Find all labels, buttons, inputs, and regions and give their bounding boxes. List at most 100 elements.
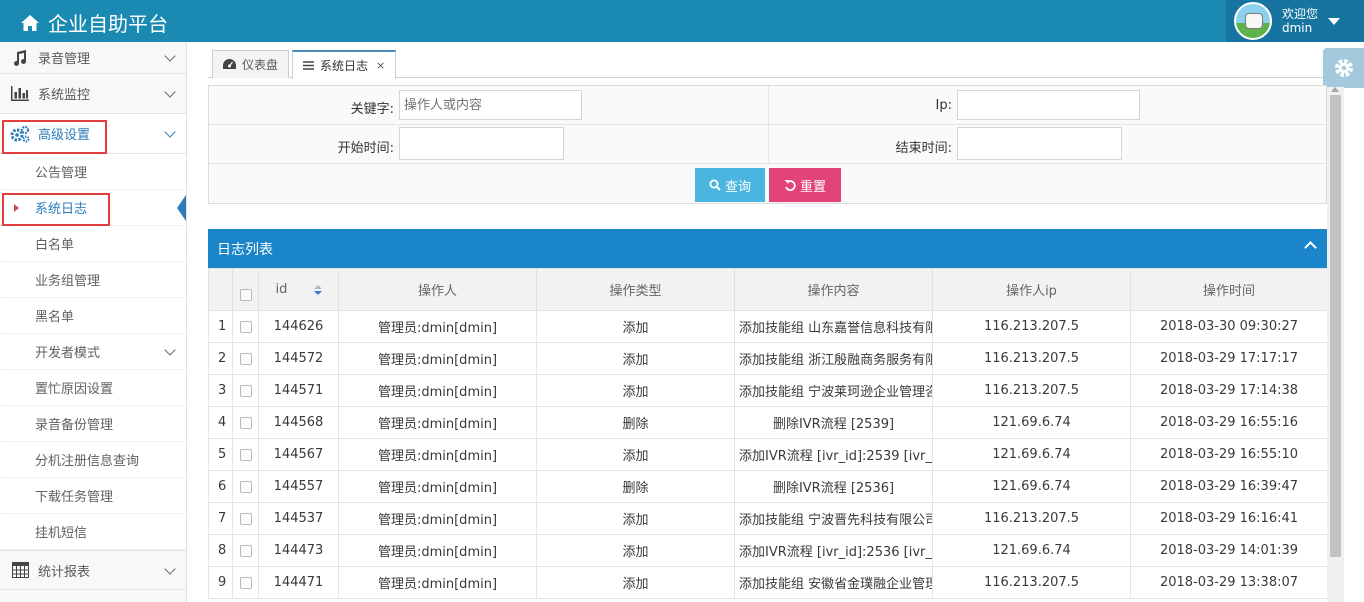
row-number: 7 [208,502,233,535]
sidebar-item-recording[interactable]: 录音管理 [0,42,186,74]
chevron-down-icon [164,344,176,356]
row-select[interactable] [232,310,259,343]
sidebar-item-label: 统计报表 [38,564,91,580]
row-select[interactable] [232,534,259,567]
cell-operator-ip: 121.69.6.74 [932,470,1131,503]
cell-operation-type: 添加 [536,566,735,599]
submenu-item-recording-backup[interactable]: 录音备份管理 [0,406,186,442]
row-checkbox[interactable] [239,320,252,333]
sidebar-item-reports[interactable]: 统计报表 [0,550,186,590]
row-checkbox[interactable] [239,352,252,365]
table-row[interactable]: 5 144567 管理员:dmin[dmin] 添加 添加IVR流程 [ivr_… [208,438,1328,471]
submenu-item-blacklist[interactable]: 黑名单 [0,298,186,334]
table-row[interactable]: 6 144557 管理员:dmin[dmin] 删除 删除IVR流程 [2536… [208,470,1328,503]
column-header-operation-type[interactable]: 操作类型 [536,268,735,311]
row-checkbox[interactable] [239,544,252,557]
submenu-label: 系统日志 [35,202,88,217]
cell-operator-ip: 121.69.6.74 [932,534,1131,567]
table-row[interactable]: 2 144572 管理员:dmin[dmin] 添加 添加技能组 浙江殷融商务服… [208,342,1328,375]
submenu-item-business-groups[interactable]: 业务组管理 [0,262,186,298]
row-number: 5 [208,438,233,471]
column-label: 操作人 [417,284,457,299]
column-label: id [275,282,288,297]
submenu-item-developer-mode[interactable]: 开发者模式 [0,334,186,370]
submenu: 公告管理 系统日志 白名单 业务组管理 黑名单 开发者模式 置忙原因设置 录音备… [0,154,186,550]
submenu-item-download-tasks[interactable]: 下载任务管理 [0,478,186,514]
column-header-operation-time[interactable]: 操作时间 [1130,268,1328,311]
end-time-label: 结束时间: [895,141,952,156]
row-select[interactable] [232,438,259,471]
row-checkbox[interactable] [239,448,252,461]
column-header-operator-ip[interactable]: 操作人ip [932,268,1131,311]
tab-system-log[interactable]: 系统日志 × [292,50,397,79]
column-header-operator[interactable]: 操作人 [338,268,537,311]
submenu-label: 置忙原因设置 [35,382,114,397]
submenu-item-extension-registration[interactable]: 分机注册信息查询 [0,442,186,478]
row-checkbox[interactable] [239,384,252,397]
dashboard-icon [223,59,236,69]
query-label: 查询 [724,179,751,195]
table-row[interactable]: 4 144568 管理员:dmin[dmin] 删除 删除IVR流程 [2539… [208,406,1328,439]
row-select[interactable] [232,566,259,599]
cell-operation-content: 添加技能组 宁波晋先科技有限公司 [734,502,933,535]
row-checkbox[interactable] [239,576,252,589]
submenu-label: 分机注册信息查询 [35,454,140,469]
scroll-up-arrow-icon[interactable] [1331,87,1339,92]
vertical-scrollbar[interactable] [1327,87,1344,602]
cell-operation-time: 2018-03-29 13:38:07 [1130,566,1328,599]
sidebar-item-monitor[interactable]: 系统监控 [0,74,186,114]
column-header-id[interactable]: id [258,268,339,311]
cell-id: 144567 [258,438,339,471]
brand[interactable]: 企业自助平台 [20,8,168,37]
cell-id: 144557 [258,470,339,503]
row-select[interactable] [232,342,259,375]
row-select[interactable] [232,502,259,535]
start-time-label: 开始时间: [337,141,394,156]
scrollbar-thumb[interactable] [1330,95,1341,557]
row-checkbox[interactable] [239,512,252,525]
ip-input[interactable] [957,90,1140,120]
caret-down-icon [1328,17,1341,25]
table-row[interactable]: 3 144571 管理员:dmin[dmin] 添加 添加技能组 宁波莱珂逊企业… [208,374,1328,407]
row-checkbox[interactable] [239,480,252,493]
row-select[interactable] [232,470,259,503]
row-number: 1 [208,310,233,343]
table-row[interactable]: 8 144473 管理员:dmin[dmin] 添加 添加IVR流程 [ivr_… [208,534,1328,567]
row-checkbox[interactable] [239,416,252,429]
submenu-item-hangup-sms[interactable]: 挂机短信 [0,514,186,550]
end-time-input[interactable] [957,127,1122,160]
keyword-input[interactable] [399,90,582,120]
settings-button[interactable] [1323,48,1364,88]
submenu-label: 挂机短信 [35,526,88,541]
submenu-item-system-log[interactable]: 系统日志 [0,190,186,226]
chevron-down-icon [164,50,176,62]
submenu-item-whitelist[interactable]: 白名单 [0,226,186,262]
column-header-operation-content[interactable]: 操作内容 [734,268,933,311]
cell-operator: 管理员:dmin[dmin] [338,406,537,439]
table-row[interactable]: 7 144537 管理员:dmin[dmin] 添加 添加技能组 宁波晋先科技有… [208,502,1328,535]
select-all-checkbox[interactable] [239,288,252,301]
start-time-input[interactable] [399,127,564,160]
reset-button[interactable]: 重置 [769,168,841,202]
column-label: 操作时间 [1202,284,1255,299]
query-button[interactable]: 查询 [695,168,765,202]
sidebar-item-advanced-settings[interactable]: 高级设置 [0,114,186,154]
cell-operator-ip: 116.213.207.5 [932,310,1131,343]
submenu-item-announcements[interactable]: 公告管理 [0,154,186,190]
active-indicator [177,195,186,221]
cell-operation-time: 2018-03-29 16:39:47 [1130,470,1328,503]
table-row[interactable]: 9 144471 管理员:dmin[dmin] 添加 添加技能组 安徽省金璞融企… [208,566,1328,599]
row-select[interactable] [232,374,259,407]
chevron-up-icon[interactable] [1304,241,1317,254]
cell-operation-time: 2018-03-29 17:17:17 [1130,342,1328,375]
close-icon[interactable]: × [376,59,385,72]
tab-label: 仪表盘 [242,58,279,72]
user-menu[interactable]: 欢迎您 dmin [1226,0,1364,42]
submenu-item-busy-reasons[interactable]: 置忙原因设置 [0,370,186,406]
tab-dashboard[interactable]: 仪表盘 [212,50,290,78]
cell-operation-time: 2018-03-29 16:55:10 [1130,438,1328,471]
log-list-header: 日志列表 [208,229,1327,268]
table-row[interactable]: 1 144626 管理员:dmin[dmin] 添加 添加技能组 山东嘉誉信息科… [208,310,1328,343]
ip-label: Ip: [935,98,952,113]
row-select[interactable] [232,406,259,439]
